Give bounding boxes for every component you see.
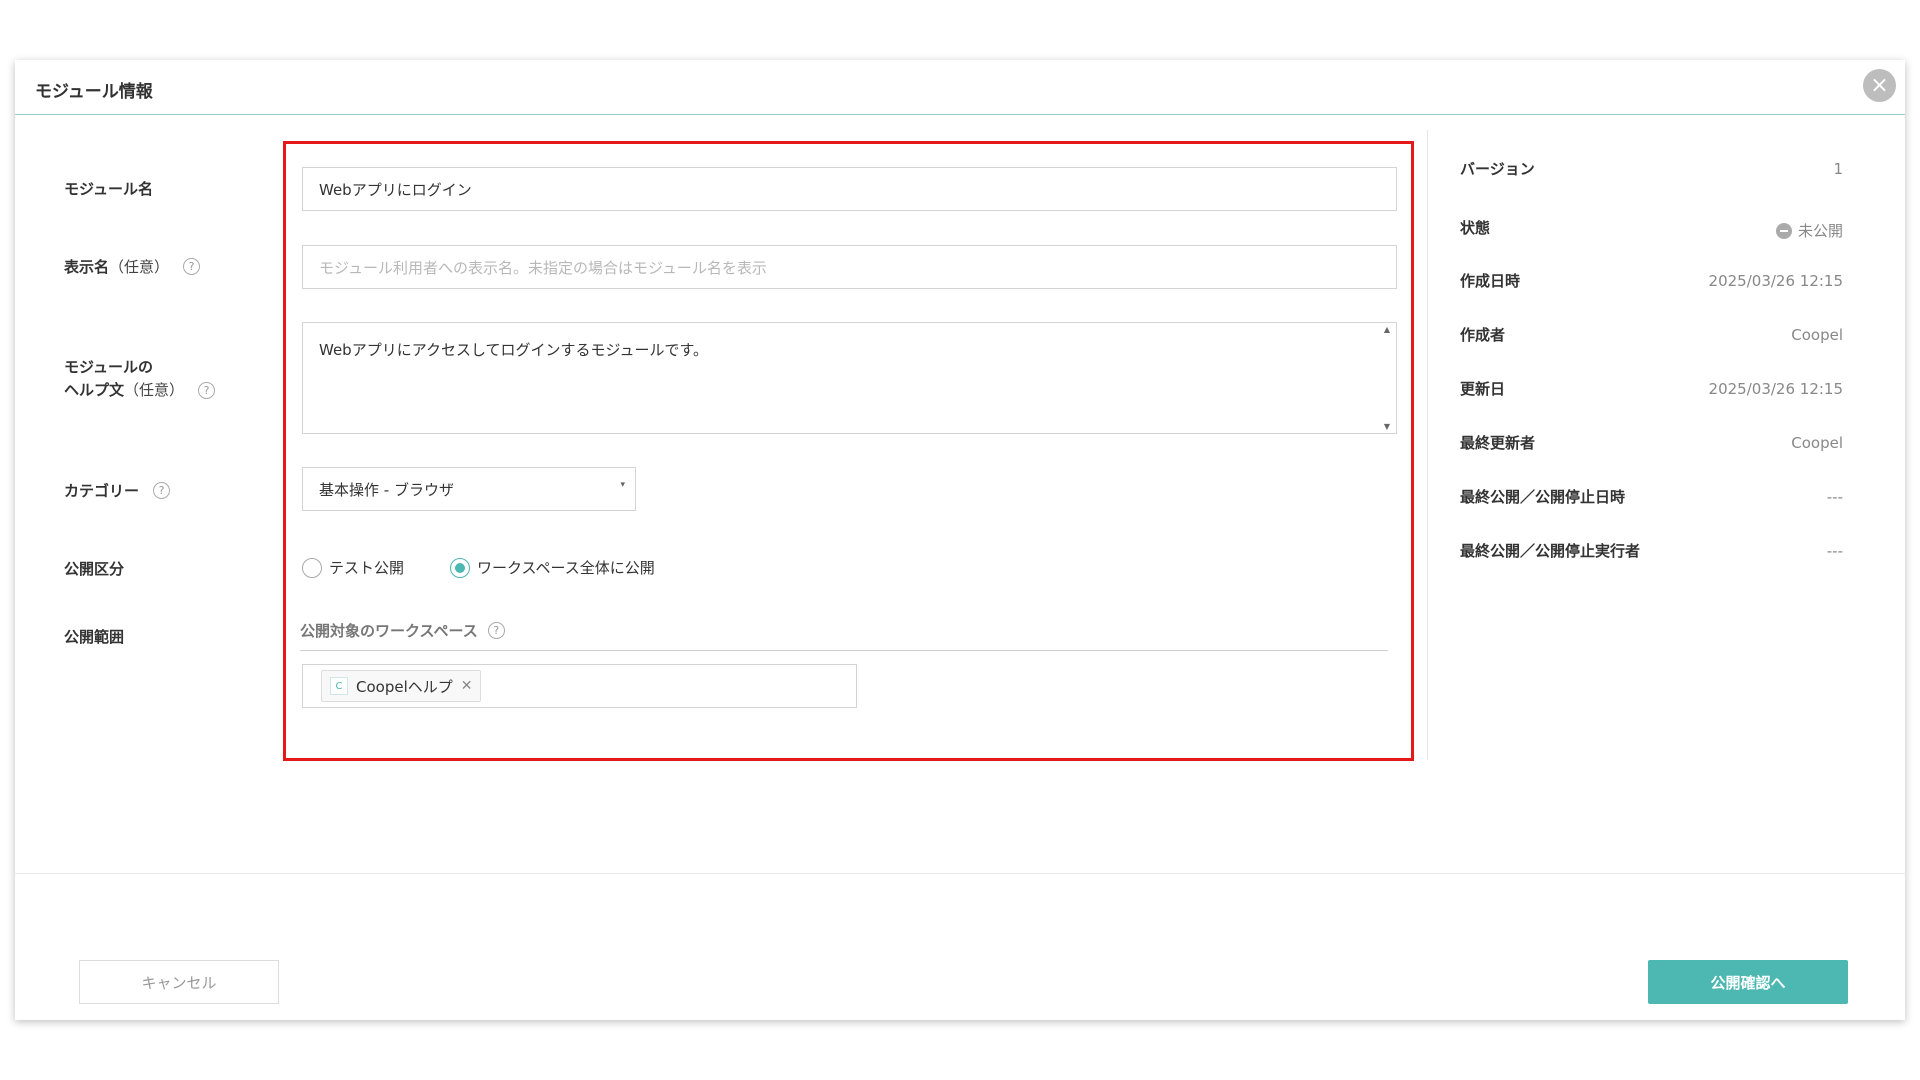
workspace-tag-label: Coopelヘルプ [356,677,453,696]
category-label: カテゴリー ? [64,480,171,501]
radio-circle[interactable] [450,557,470,578]
info-created-by: 作成者 Coopel [1460,325,1843,345]
workspace-tag: C Coopelヘルプ ✕ [321,670,482,702]
help-text-value: Webアプリにアクセスしてログインするモジュールです。 [319,341,708,359]
help-icon[interactable]: ? [153,482,171,499]
help-icon[interactable]: ? [198,382,216,399]
modal-title: モジュール情報 [35,82,153,102]
help-icon[interactable]: ? [487,622,505,639]
help-text-label: モジュールの ヘルプ文 （任意） ? [64,356,216,402]
info-updated-by: 最終更新者 Coopel [1460,433,1843,453]
module-name-input[interactable]: Webアプリにログイン [302,167,1397,211]
help-text-textarea[interactable]: Webアプリにアクセスしてログインするモジュールです。 ▲ ▼ [302,322,1397,434]
close-button[interactable]: × [1863,69,1896,102]
remove-tag-icon[interactable]: ✕ [461,678,473,694]
info-status: 状態 未公開 [1460,219,1843,240]
divider [300,650,1388,651]
chevron-down-icon: ▾ [620,480,625,490]
info-created-at: 作成日時 2025/03/26 12:15 [1460,271,1843,291]
info-updated-at: 更新日 2025/03/26 12:15 [1460,379,1843,399]
display-name-label: 表示名 （任意） ? [64,256,201,277]
scroll-up-icon[interactable]: ▲ [1384,325,1390,334]
publish-scope-label: 公開範囲 [64,628,125,646]
display-name-input[interactable]: モジュール利用者への表示名。未指定の場合はモジュール名を表示 [302,245,1397,289]
panel-divider [1427,130,1428,760]
radio-test-publish[interactable]: テスト公開 [302,557,404,578]
publish-confirm-button[interactable]: 公開確認へ [1648,960,1848,1004]
workspace-label: 公開対象のワークスペース ? [300,620,505,641]
category-select[interactable]: 基本操作 - ブラウザ ▾ [302,467,636,511]
radio-label: ワークスペース全体に公開 [477,559,655,577]
footer-divider [15,873,1905,874]
publish-type-label: 公開区分 [64,560,125,578]
module-name-label: モジュール名 [64,180,153,198]
radio-workspace-publish[interactable]: ワークスペース全体に公開 [450,557,655,578]
workspace-tag-input[interactable]: C Coopelヘルプ ✕ [302,664,857,708]
category-value: 基本操作 - ブラウザ [319,480,454,499]
modal-header: モジュール情報 × [15,60,1905,115]
workspace-icon: C [330,677,348,695]
info-last-publish-date: 最終公開／公開停止日時 --- [1460,487,1843,507]
radio-label: テスト公開 [329,559,405,577]
help-icon[interactable]: ? [183,258,201,275]
cancel-button[interactable]: キャンセル [79,960,279,1004]
status-badge: 未公開 [1797,222,1843,240]
module-name-value: Webアプリにログイン [319,180,472,199]
scroll-down-icon[interactable]: ▼ [1384,422,1390,431]
unpublished-status-icon [1775,222,1792,239]
close-icon: × [1870,72,1889,98]
info-version: バージョン 1 [1460,159,1843,179]
info-last-publish-user: 最終公開／公開停止実行者 --- [1460,541,1843,561]
radio-circle[interactable] [302,557,322,578]
display-name-placeholder: モジュール利用者への表示名。未指定の場合はモジュール名を表示 [319,258,767,277]
